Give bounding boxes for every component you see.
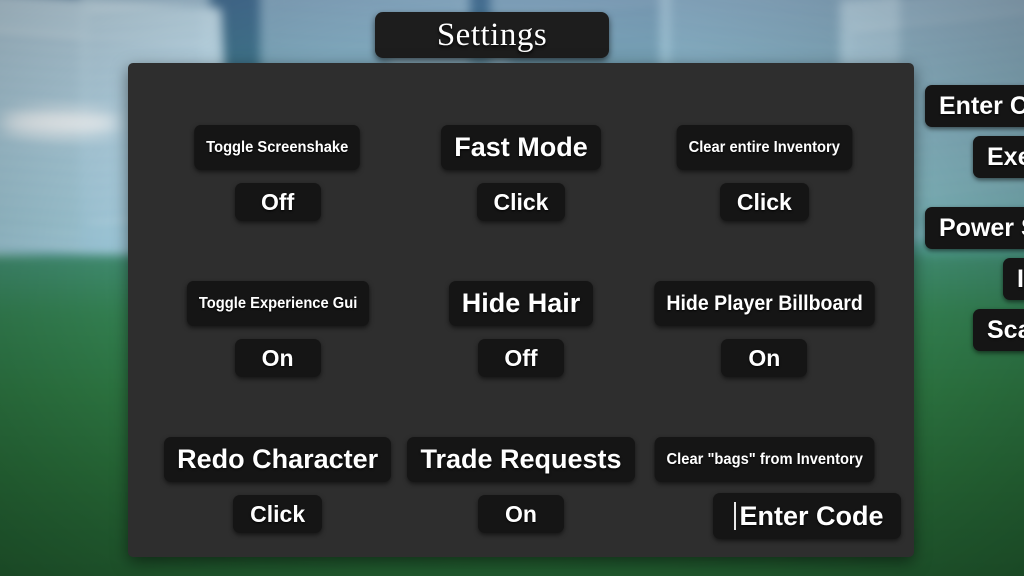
enter-code-input[interactable]: Enter Code	[713, 493, 901, 539]
setting-label-button[interactable]: Toggle Experience Gui	[186, 281, 369, 326]
side-panel-row: Sca	[925, 309, 1024, 351]
setting-option: Trade Requests On	[399, 437, 642, 533]
setting-value-button[interactable]: Off	[234, 183, 321, 221]
setting-value-button[interactable]: Click	[719, 183, 809, 221]
setting-option: Hide Player Billboard On	[643, 281, 886, 377]
page-title: Settings	[436, 16, 548, 53]
setting-option: Clear entire Inventory Click	[643, 125, 886, 221]
setting-label-button[interactable]: Toggle Screenshake	[194, 125, 361, 170]
setting-option: Toggle Screenshake Off	[156, 125, 399, 221]
settings-panel: Toggle Screenshake Off Fast Mode Click Clear…	[128, 63, 914, 557]
setting-option: Hide Hair Off	[399, 281, 642, 377]
side-panel-button[interactable]: Enter Co	[925, 85, 1024, 127]
background-light-glow	[0, 110, 120, 136]
setting-option: Toggle Experience Gui On	[156, 281, 399, 377]
setting-value-button[interactable]: Off	[477, 339, 564, 377]
enter-code-label: Enter Code	[739, 500, 884, 531]
settings-options-grid: Toggle Screenshake Off Fast Mode Click Clear…	[156, 125, 886, 533]
setting-option: Fast Mode Click	[399, 125, 642, 221]
setting-label-button[interactable]: Trade Requests	[407, 437, 635, 482]
text-caret	[734, 502, 737, 530]
setting-label-button[interactable]: Fast Mode	[441, 125, 601, 170]
side-panel-button[interactable]: Exec	[973, 136, 1024, 178]
side-panel-button[interactable]: Sca	[973, 309, 1024, 351]
side-panel-button[interactable]: I	[1003, 258, 1024, 300]
side-panel-button[interactable]: Power S	[925, 207, 1024, 249]
game-screen: Settings Toggle Screenshake Off Fast Mode C…	[0, 0, 1024, 576]
setting-label-button[interactable]: Hide Hair	[448, 281, 594, 326]
setting-value-button[interactable]: On	[234, 339, 321, 377]
setting-label-button[interactable]: Clear "bags" from Inventory	[654, 437, 875, 482]
side-panel-row: Enter Co	[925, 85, 1024, 127]
setting-value-button[interactable]: Click	[233, 495, 323, 533]
settings-title-bar: Settings	[375, 12, 609, 58]
side-panel: Enter Co Exec Power S I Sca	[925, 85, 1024, 360]
side-panel-row: Power S	[925, 207, 1024, 249]
setting-option: Redo Character Click	[156, 437, 399, 533]
side-panel-row: Exec	[925, 136, 1024, 178]
setting-label-button[interactable]: Hide Player Billboard	[654, 281, 875, 326]
setting-label-button[interactable]: Clear entire Inventory	[676, 125, 852, 170]
setting-value-button[interactable]: On	[721, 339, 808, 377]
setting-value-button[interactable]: On	[477, 495, 564, 533]
setting-label-button[interactable]: Redo Character	[164, 437, 392, 482]
side-panel-row: I	[925, 258, 1024, 300]
setting-value-button[interactable]: Click	[476, 183, 566, 221]
